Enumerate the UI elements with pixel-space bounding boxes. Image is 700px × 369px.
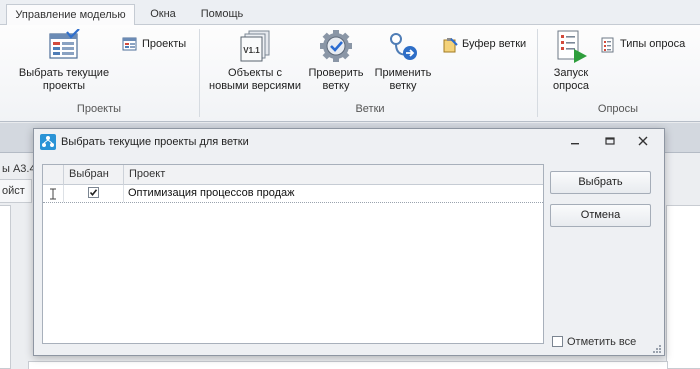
check-branch-label: Проверить ветку	[308, 67, 364, 92]
apply-branch-label: Применить ветку	[374, 67, 432, 92]
dialog-title: Выбрать текущие проекты для ветки	[61, 136, 249, 148]
start-survey-button[interactable]: Запуск опроса	[545, 29, 597, 93]
version-badge: V1.1	[243, 46, 260, 55]
cancel-button[interactable]: Отмена	[550, 204, 651, 227]
tab-model-management[interactable]: Управление моделью	[6, 4, 135, 26]
objects-new-versions-button[interactable]: V1.1 Объекты с новыми версиями	[209, 29, 301, 93]
row-indicator	[43, 185, 64, 202]
start-survey-icon	[557, 30, 587, 63]
maximize-icon	[605, 137, 615, 145]
branch-buffer-icon	[443, 38, 458, 53]
checkmark-icon	[89, 189, 98, 197]
branch-buffer-button[interactable]: Буфер ветки	[442, 36, 526, 53]
mark-all-label: Отметить все	[567, 336, 637, 348]
select-current-projects-button[interactable]: Выбрать текущие проекты	[14, 29, 114, 93]
table-row[interactable]: Оптимизация процессов продаж	[43, 185, 543, 203]
projects-button[interactable]: Проекты	[122, 36, 186, 52]
group-label-projects: Проекты	[76, 103, 122, 115]
survey-types-button[interactable]: Типы опроса	[600, 36, 685, 53]
resize-grip-icon[interactable]	[652, 344, 662, 354]
background-pane	[28, 361, 668, 369]
dialog-titlebar[interactable]: Выбрать текущие проекты для ветки	[34, 129, 664, 156]
gear-check-icon	[320, 30, 352, 62]
group-label-branches: Ветки	[355, 103, 385, 115]
objects-new-versions-label: Объекты с новыми версиями	[209, 67, 301, 92]
mark-all-checkbox[interactable]	[552, 336, 563, 347]
background-pane	[666, 205, 700, 369]
maximize-button[interactable]	[599, 133, 621, 151]
group-separator	[199, 29, 200, 117]
column-header-project[interactable]: Проект	[124, 165, 543, 185]
start-survey-label: Запуск опроса	[553, 67, 589, 92]
app-logo-icon	[40, 134, 56, 150]
select-projects-icon	[49, 29, 80, 59]
tab-windows[interactable]: Окна	[140, 4, 186, 25]
apply-branch-icon	[390, 33, 417, 60]
row-indicator-header	[43, 165, 64, 185]
mark-all-checkbox-row[interactable]: Отметить все	[552, 335, 636, 349]
background-pane	[0, 205, 11, 369]
grid-header: Выбран Проект	[43, 165, 543, 185]
minimize-button[interactable]	[564, 133, 586, 151]
group-separator	[537, 29, 538, 117]
select-button[interactable]: Выбрать	[550, 171, 651, 194]
close-button[interactable]	[632, 133, 654, 151]
column-header-selected[interactable]: Выбран	[64, 165, 124, 185]
background-doc-text: ойст	[2, 185, 25, 197]
close-icon	[638, 136, 648, 146]
group-label-surveys: Опросы	[597, 103, 639, 115]
apply-branch-button[interactable]: Применить ветку	[372, 29, 434, 93]
tab-help[interactable]: Помощь	[193, 4, 251, 25]
text-cursor-icon	[50, 188, 56, 200]
selected-cell[interactable]	[64, 185, 124, 202]
minimize-icon	[571, 143, 579, 145]
background-doc-text: ы А3.4	[2, 163, 36, 175]
project-name-cell[interactable]: Оптимизация процессов продаж	[124, 185, 543, 202]
survey-types-icon	[601, 37, 614, 53]
versions-icon: V1.1	[240, 30, 270, 62]
check-branch-button[interactable]: Проверить ветку	[305, 29, 367, 93]
row-selected-checkbox[interactable]	[88, 187, 99, 198]
ribbon-body: Выбрать текущие проекты Проекты Проекты …	[0, 25, 700, 122]
select-current-projects-label: Выбрать текущие проекты	[18, 67, 110, 92]
projects-grid: Выбран Проект Оптимизация процессов прод…	[42, 164, 544, 344]
select-projects-dialog: Выбрать текущие проекты для ветки Выбран…	[33, 128, 665, 356]
ribbon-tab-strip: Управление моделью Окна Помощь	[0, 0, 700, 26]
projects-icon	[122, 37, 137, 51]
